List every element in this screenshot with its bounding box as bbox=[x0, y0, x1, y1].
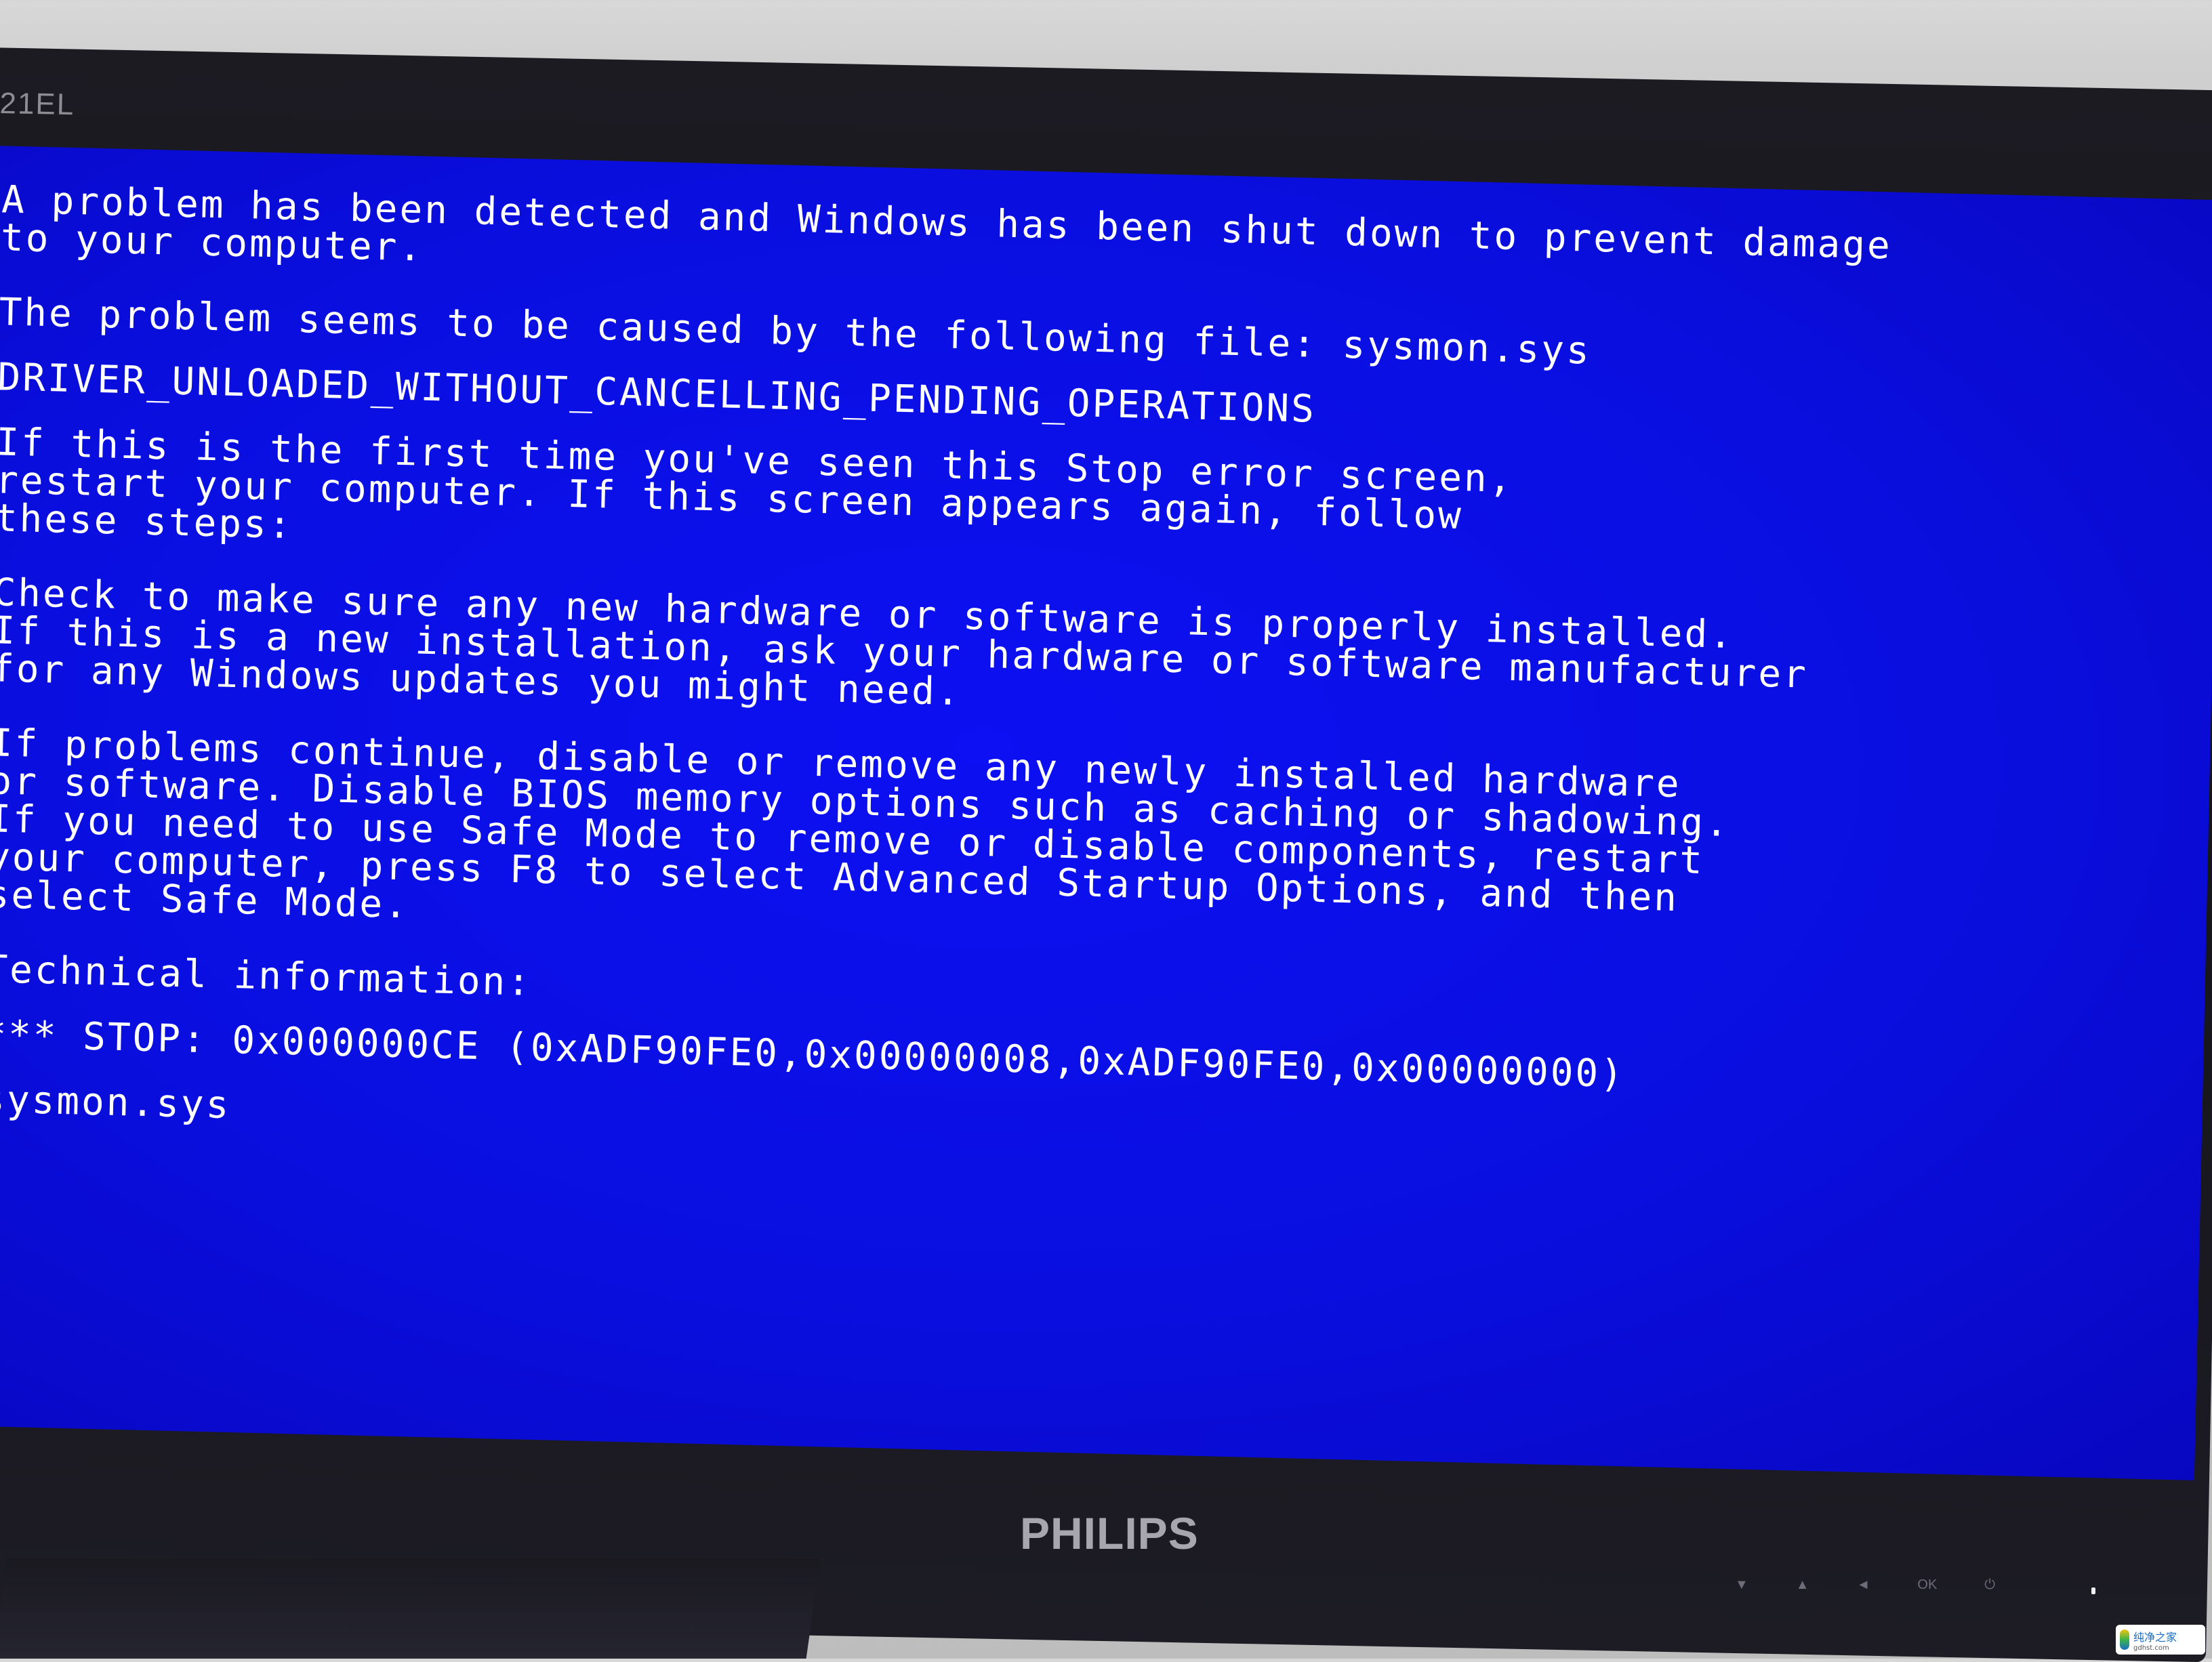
watermark-subtext: gdhst.com bbox=[2133, 1644, 2169, 1652]
bsod-screen: A problem has been detected and Windows … bbox=[0, 146, 2212, 1480]
back-button-icon[interactable]: ◄ bbox=[1857, 1577, 1870, 1593]
watermark: 纯净之家 gdhst.com bbox=[2116, 1625, 2205, 1655]
brand-logo: PHILIPS bbox=[1020, 1508, 1199, 1558]
up-button-icon[interactable]: ▲ bbox=[1796, 1577, 1809, 1593]
monitor-controls: ▼ ▲ ◄ OK ⏻ bbox=[1735, 1577, 1995, 1593]
ok-button[interactable]: OK bbox=[1917, 1577, 1937, 1593]
watermark-text: 纯净之家 bbox=[2133, 1630, 2177, 1644]
down-button-icon[interactable]: ▼ bbox=[1735, 1577, 1748, 1593]
watermark-logo-icon bbox=[2120, 1629, 2129, 1650]
monitor-model-label: 21EL bbox=[0, 87, 75, 122]
monitor-stand bbox=[0, 1558, 821, 1659]
bsod-text: A problem has been detected and Windows … bbox=[0, 178, 1892, 1165]
power-button-icon[interactable]: ⏻ bbox=[1984, 1577, 1995, 1593]
power-led bbox=[2091, 1587, 2095, 1594]
